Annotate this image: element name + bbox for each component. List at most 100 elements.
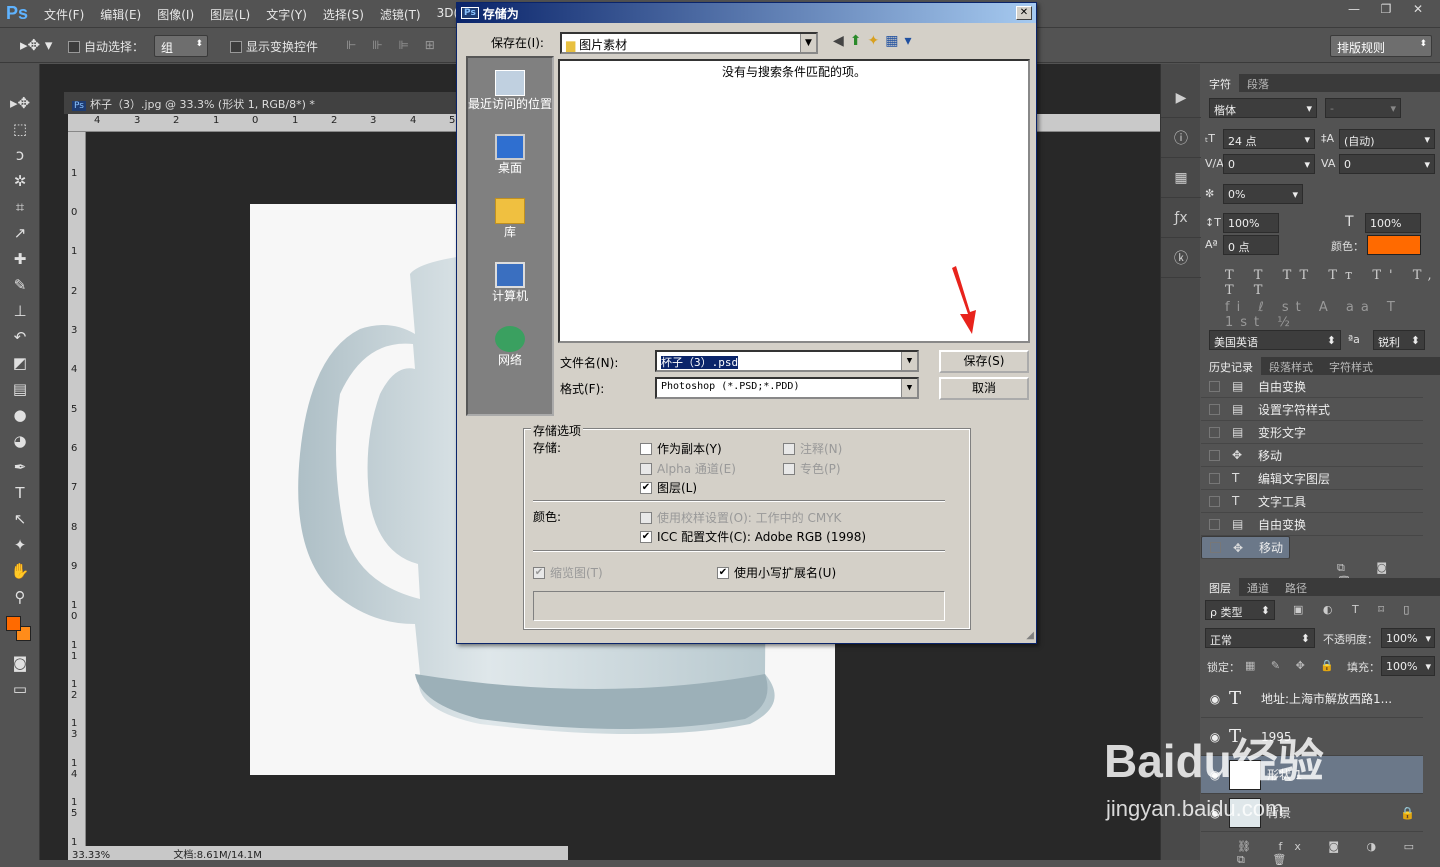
blend-mode-select[interactable]: 正常 ⬍	[1205, 628, 1315, 648]
icc-profile-checkbox[interactable]: ✔ ICC 配置文件(C): Adobe RGB (1998)	[640, 528, 866, 545]
history-item[interactable]: ▤ 自由变换	[1201, 375, 1423, 398]
workspace-dropdown[interactable]: 排版规则 ⬍	[1330, 35, 1432, 57]
history-brush-icon[interactable]: ↶	[0, 324, 40, 350]
vertical-scale-input[interactable]: 100%	[1223, 213, 1279, 233]
nav-buttons[interactable]: ◀⬆✦▦▾	[833, 33, 918, 49]
restore-button[interactable]: ❐	[1372, 2, 1400, 20]
font-style-select[interactable]: - ▾	[1325, 98, 1401, 118]
path-select-icon[interactable]: ↖	[0, 506, 40, 532]
menu-image[interactable]: 图像(I)	[157, 6, 194, 23]
opentype-buttons[interactable]: fi ℓ st A aa T 1st ½	[1225, 300, 1440, 330]
save-in-select[interactable]: ▆ 图片素材 ▼	[560, 32, 818, 54]
cancel-button[interactable]: 取消	[939, 377, 1029, 400]
baseline-input[interactable]: 0 点	[1223, 235, 1279, 255]
pen-tool-icon[interactable]: ✒	[0, 454, 40, 480]
play-icon[interactable]: ▶	[1161, 78, 1201, 118]
spot-checkbox[interactable]: 专色(P)	[783, 460, 841, 477]
history-item[interactable]: ✥ 移动	[1201, 444, 1423, 467]
tab-character-styles[interactable]: 字符样式	[1321, 357, 1381, 375]
quick-mask-icon[interactable]: ◙	[0, 650, 40, 676]
dialog-close-button[interactable]: ✕	[1016, 6, 1032, 20]
antialias-select[interactable]: 锐利 ⬍	[1373, 330, 1425, 350]
fill-input[interactable]: 100% ▾	[1381, 656, 1435, 676]
tab-layers[interactable]: 图层	[1201, 578, 1239, 596]
close-window-button[interactable]: ✕	[1404, 2, 1432, 20]
menu-edit[interactable]: 编辑(E)	[100, 6, 141, 23]
eraser-icon[interactable]: ◩	[0, 350, 40, 376]
scale-ratio-input[interactable]: 0% ▾	[1223, 184, 1303, 204]
menu-type[interactable]: 文字(Y)	[266, 6, 307, 23]
brush-tool-icon[interactable]: ✎	[0, 272, 40, 298]
tab-channels[interactable]: 通道	[1239, 578, 1277, 596]
history-item-selected[interactable]: ✥ 移动	[1201, 536, 1291, 559]
align-icons[interactable]: ⊩ ⊪ ⊫ ⊞	[346, 38, 441, 52]
view-menu-icon[interactable]: ▦▾	[885, 33, 917, 49]
place-desktop[interactable]: 桌面	[468, 122, 552, 186]
minimize-button[interactable]: —	[1340, 2, 1368, 20]
tab-history[interactable]: 历史记录	[1201, 357, 1261, 375]
tracking-input[interactable]: 0 ▾	[1339, 154, 1435, 174]
document-tab[interactable]: Ps 杯子（3）.jpg @ 33.3% (形状 1, RGB/8*) *	[64, 92, 464, 114]
magic-wand-icon[interactable]: ✲	[0, 168, 40, 194]
history-item[interactable]: T 编辑文字图层	[1201, 467, 1423, 490]
crop-tool-icon[interactable]: ⌗	[0, 194, 40, 220]
healing-brush-icon[interactable]: ✚	[0, 246, 40, 272]
place-network[interactable]: 网络	[468, 314, 552, 378]
file-list[interactable]: 没有与搜索条件匹配的项。	[558, 59, 1030, 343]
eyedropper-icon[interactable]: ↗	[0, 220, 40, 246]
layer-actions[interactable]: ⛓ fx ◙ ◑ ▭ ⧉ 🗑	[1237, 840, 1440, 867]
place-recent[interactable]: 最近访问的位置	[468, 58, 552, 122]
as-copy-checkbox[interactable]: 作为副本(Y)	[640, 440, 722, 457]
screen-mode-icon[interactable]: ▭	[0, 676, 40, 702]
layer-filter-icons[interactable]: ▣ ◐ T ⌑ ▯	[1293, 603, 1417, 616]
place-computer[interactable]: 计算机	[468, 250, 552, 314]
chevron-down-icon[interactable]: ▼	[800, 34, 816, 52]
history-item[interactable]: ▤ 设置字符样式	[1201, 398, 1423, 421]
chevron-down-icon[interactable]: ▼	[901, 352, 917, 370]
grid-icon[interactable]: ▦	[1161, 158, 1201, 198]
menu-layer[interactable]: 图层(L)	[210, 6, 250, 23]
hand-tool-icon[interactable]: ✋	[0, 558, 40, 584]
history-item[interactable]: ▤ 变形文字	[1201, 421, 1423, 444]
dodge-tool-icon[interactable]: ◕	[0, 428, 40, 454]
menu-filter[interactable]: 滤镜(T)	[380, 6, 421, 23]
place-library[interactable]: 库	[468, 186, 552, 250]
layer-row[interactable]: ◉ T 地址:上海市解放西路1...	[1201, 680, 1423, 718]
lowercase-ext-checkbox[interactable]: ✔ 使用小写扩展名(U)	[717, 564, 836, 581]
language-select[interactable]: 美国英语 ⬍	[1209, 330, 1341, 350]
leading-input[interactable]: (自动) ▾	[1339, 129, 1435, 149]
resize-grip-icon[interactable]: ◢	[1026, 630, 1034, 641]
save-button[interactable]: 保存(S)	[939, 350, 1029, 373]
notes-checkbox[interactable]: 注释(N)	[783, 440, 842, 457]
move-tool-icon[interactable]: ▸✥	[0, 90, 40, 116]
marquee-tool-icon[interactable]: ⬚	[0, 116, 40, 142]
show-transform-checkbox[interactable]: 显示变换控件	[230, 38, 318, 55]
type-tool-icon[interactable]: T	[0, 480, 40, 506]
horizontal-scale-input[interactable]: 100%	[1365, 213, 1421, 233]
zoom-level[interactable]: 33.33%	[72, 850, 110, 861]
lasso-tool-icon[interactable]: ↄ	[0, 142, 40, 168]
auto-select-checkbox[interactable]: 自动选择：	[68, 38, 144, 55]
layers-checkbox[interactable]: ✔ 图层(L)	[640, 479, 697, 496]
gradient-tool-icon[interactable]: ▤	[0, 376, 40, 402]
color-swatches[interactable]	[0, 610, 40, 650]
tab-paths[interactable]: 路径	[1277, 578, 1315, 596]
history-item[interactable]: T 文字工具	[1201, 490, 1423, 513]
shape-tool-icon[interactable]: ✦	[0, 532, 40, 558]
tab-paragraph-styles[interactable]: 段落样式	[1261, 357, 1321, 375]
text-color-swatch[interactable]	[1367, 235, 1421, 255]
format-select[interactable]: Photoshop (*.PSD;*.PDD) ▼	[655, 377, 919, 399]
foreground-color[interactable]	[6, 616, 21, 631]
ku-icon[interactable]: ⓚ	[1161, 238, 1201, 278]
back-icon[interactable]: ◀	[833, 33, 850, 49]
info-icon[interactable]: ⓘ	[1161, 118, 1201, 158]
clone-stamp-icon[interactable]: ⊥	[0, 298, 40, 324]
thumbnail-checkbox[interactable]: ✔ 缩览图(T)	[533, 564, 603, 581]
lock-icons[interactable]: ▦ ✎ ✥ 🔒	[1245, 659, 1340, 672]
blur-tool-icon[interactable]: ●	[0, 402, 40, 428]
use-proof-checkbox[interactable]: 使用校样设置(O): 工作中的 CMYK	[640, 509, 841, 526]
auto-select-dropdown[interactable]: 组 ⬍	[154, 35, 208, 57]
menu-select[interactable]: 选择(S)	[323, 6, 364, 23]
menu-file[interactable]: 文件(F)	[44, 6, 84, 23]
alpha-checkbox[interactable]: Alpha 通道(E)	[640, 460, 736, 477]
